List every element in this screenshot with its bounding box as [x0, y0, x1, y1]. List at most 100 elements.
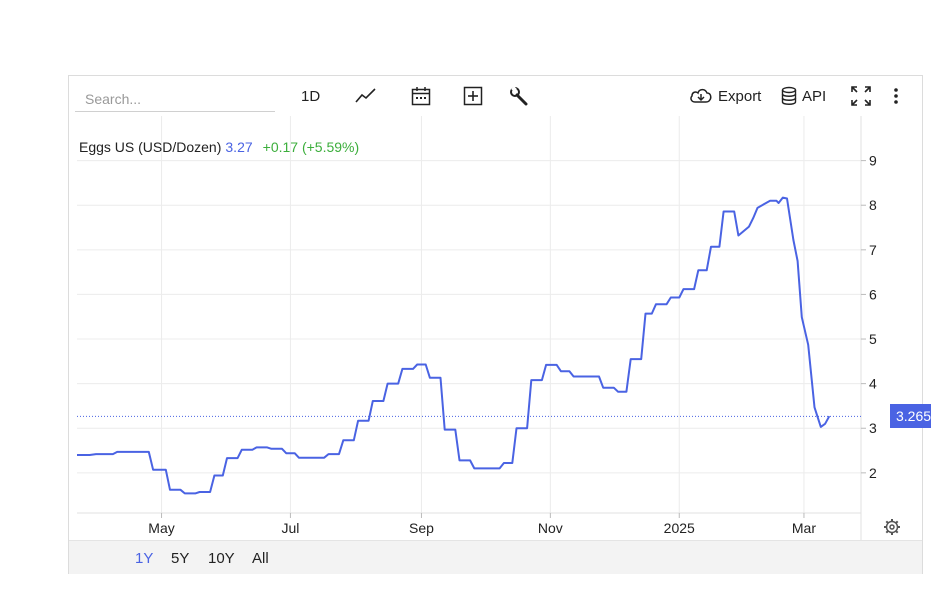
- y-gridlines: [77, 160, 861, 474]
- series-point: [801, 316, 803, 318]
- y-tick-label: 9: [869, 153, 877, 169]
- legend-series-name: Eggs US (USD/Dozen): [79, 139, 222, 155]
- series-point: [651, 313, 653, 315]
- series-point: [241, 449, 243, 451]
- more-button[interactable]: [893, 84, 899, 108]
- series-point: [342, 439, 344, 441]
- cloud-download-icon: [690, 88, 712, 103]
- series-point: [382, 400, 384, 402]
- series-point: [180, 489, 182, 491]
- series-point: [545, 364, 547, 366]
- series-point: [775, 200, 777, 202]
- series-point: [226, 457, 228, 459]
- y-tick-label: 5: [869, 331, 877, 347]
- series-point: [256, 446, 258, 448]
- series-point: [458, 459, 460, 461]
- y-tick-label: 8: [869, 197, 877, 213]
- series-point: [748, 226, 750, 228]
- api-button[interactable]: API: [781, 84, 826, 108]
- series-point: [640, 358, 642, 360]
- series-point: [723, 210, 725, 212]
- series-point: [560, 370, 562, 372]
- series-point: [644, 313, 646, 315]
- date-range-button[interactable]: [411, 84, 431, 108]
- series-point: [469, 459, 471, 461]
- series-point: [824, 423, 826, 425]
- series-point: [678, 297, 680, 299]
- series-point: [401, 368, 403, 370]
- series-point: [237, 457, 239, 459]
- series-point: [281, 448, 283, 450]
- series-point: [116, 451, 118, 453]
- series-point: [807, 344, 809, 346]
- interval-label: 1D: [301, 87, 321, 105]
- series-point: [752, 217, 754, 219]
- chart-type-button[interactable]: [355, 84, 377, 108]
- series-point: [828, 415, 830, 417]
- series-point: [397, 383, 399, 385]
- indicators-button[interactable]: [509, 84, 529, 108]
- series-point: [778, 202, 780, 204]
- series-point: [613, 387, 615, 389]
- series-point: [222, 475, 224, 477]
- series-point: [251, 449, 253, 451]
- series-point: [573, 376, 575, 378]
- series-point: [353, 439, 355, 441]
- y-tick-label: 3: [869, 420, 877, 436]
- range-button-all[interactable]: All: [252, 550, 269, 567]
- series-point: [194, 492, 196, 494]
- series-point: [327, 453, 329, 455]
- series-point: [473, 467, 475, 469]
- series-point: [266, 446, 268, 448]
- series-point: [526, 427, 528, 429]
- y-tick-label: 4: [869, 376, 877, 392]
- series-point: [820, 426, 822, 428]
- settings-icon[interactable]: [884, 519, 900, 535]
- y-tick-label: 2: [869, 465, 877, 481]
- series-point: [710, 246, 712, 248]
- series-point: [769, 200, 771, 202]
- series-point: [285, 452, 287, 454]
- more-vertical-icon: [894, 88, 898, 104]
- compare-button[interactable]: [463, 84, 483, 108]
- series-point: [184, 492, 186, 494]
- wrench-icon: [510, 86, 528, 106]
- series-point: [76, 454, 78, 456]
- series-point: [718, 246, 720, 248]
- search-input[interactable]: [75, 86, 275, 112]
- x-tick-label: Sep: [409, 520, 434, 536]
- series-point: [792, 239, 794, 241]
- interval-button[interactable]: 1D: [301, 84, 320, 108]
- series-point: [530, 379, 532, 381]
- series-point: [429, 377, 431, 379]
- series-point: [693, 288, 695, 290]
- range-button-5y[interactable]: 5Y: [171, 550, 189, 567]
- toolbar: 1D: [69, 76, 922, 116]
- calendar-icon: [411, 87, 431, 106]
- series-point: [357, 420, 359, 422]
- series-point: [797, 260, 799, 262]
- x-axis: May Jul Sep Nov 2025 Mar: [148, 513, 816, 536]
- series-point: [503, 462, 505, 464]
- database-icon: [781, 86, 797, 105]
- last-price-label: 3.2657: [896, 408, 931, 425]
- series-point: [209, 491, 211, 493]
- series-point: [556, 364, 558, 366]
- export-button[interactable]: Export: [689, 84, 761, 108]
- series-point: [706, 269, 708, 271]
- fullscreen-button[interactable]: [851, 84, 871, 108]
- range-button-10y[interactable]: 10Y: [208, 550, 235, 567]
- series-point: [387, 383, 389, 385]
- series-point: [568, 370, 570, 372]
- series-point: [148, 451, 150, 453]
- api-label: API: [802, 87, 827, 105]
- legend-last-value: 3.27: [225, 139, 253, 155]
- range-button-1y[interactable]: 1Y: [135, 550, 153, 567]
- series-point: [682, 288, 684, 290]
- x-tick-label: Jul: [281, 520, 299, 536]
- series-point: [199, 491, 201, 493]
- series-point: [270, 448, 272, 450]
- series-point: [439, 377, 441, 379]
- series-point: [625, 391, 627, 393]
- chart-legend: Eggs US (USD/Dozen) 3.27 +0.17 (+5.59%): [79, 139, 359, 155]
